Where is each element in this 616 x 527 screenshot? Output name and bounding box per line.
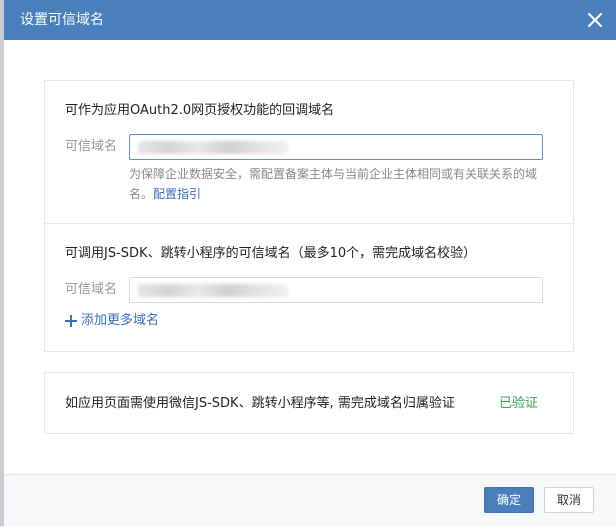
dialog-footer: 确定 取消 [4, 474, 616, 527]
dialog-header: 设置可信域名 [4, 0, 616, 40]
domain-settings-card: 可作为应用OAuth2.0网页授权功能的回调域名 可信域名 为保障企业数据安全，… [44, 80, 574, 352]
trusted-domain-dialog: 设置可信域名 可作为应用OAuth2.0网页授权功能的回调域名 可信域名 为保障… [0, 0, 616, 527]
verify-status-badge: 已验证 [499, 396, 539, 411]
redacted-value [138, 141, 288, 154]
jssdk-domain-input[interactable] [129, 277, 543, 303]
dialog-title: 设置可信域名 [20, 12, 104, 28]
jssdk-section-title: 可调用JS-SDK、跳转小程序的可信域名（最多10个，需完成域名校验） [65, 246, 477, 261]
oauth-domain-input[interactable] [129, 134, 543, 160]
confirm-button[interactable]: 确定 [484, 487, 534, 513]
redacted-value [138, 284, 288, 297]
domain-verify-card: 如应用页面需使用微信JS-SDK、跳转小程序等, 需完成域名归属验证 已验证 [44, 372, 574, 434]
add-more-domain-link[interactable]: 添加更多域名 [65, 312, 159, 330]
oauth-field-label: 可信域名 [65, 139, 118, 154]
add-more-label: 添加更多域名 [81, 313, 160, 328]
close-icon [587, 12, 603, 28]
config-guide-link[interactable]: 配置指引 [153, 187, 201, 201]
close-button[interactable] [584, 9, 606, 31]
section-divider [45, 223, 573, 224]
plus-icon [65, 315, 77, 327]
cancel-button[interactable]: 取消 [544, 487, 594, 513]
jssdk-field-label: 可信域名 [65, 282, 118, 297]
verify-description: 如应用页面需使用微信JS-SDK、跳转小程序等, 需完成域名归属验证 [65, 396, 455, 411]
oauth-section-title: 可作为应用OAuth2.0网页授权功能的回调域名 [65, 103, 335, 118]
oauth-hint: 为保障企业数据安全，需配置备案主体与当前企业主体相同或有关联关系的域名。配置指引 [129, 164, 549, 204]
